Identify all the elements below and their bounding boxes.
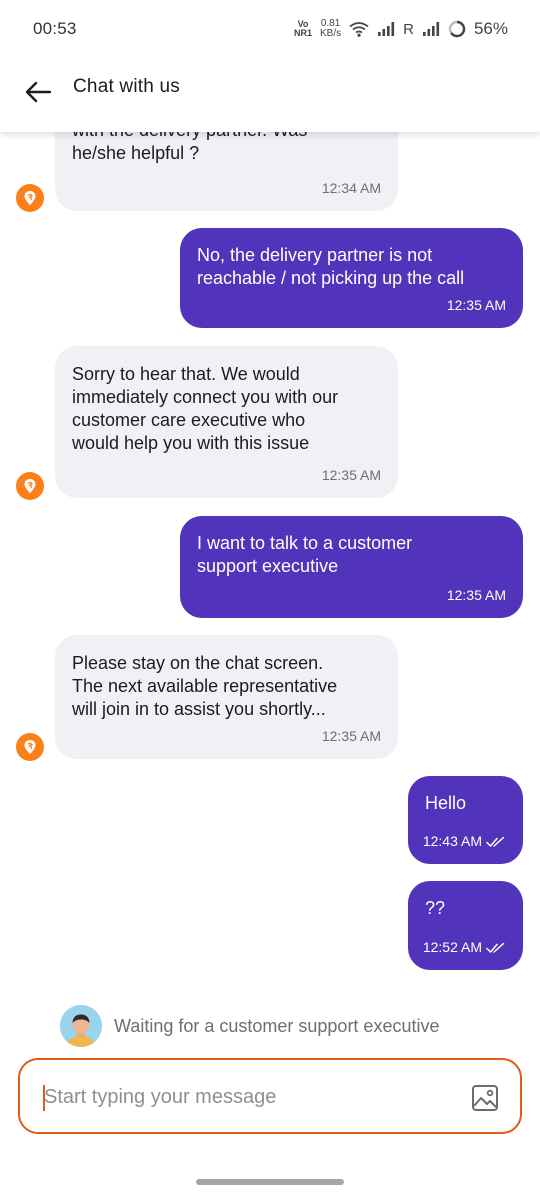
bot-avatar — [16, 733, 44, 761]
bot-avatar — [16, 184, 44, 212]
chat-message-list[interactable]: with the delivery partner. Was he/she he… — [0, 132, 540, 1052]
message-time: 12:35 AM — [446, 587, 506, 603]
chat-screen: 00:53 Vo NR1 0.81 KB/s R 56% Chat with u… — [0, 0, 540, 1200]
message-text: Hello — [425, 793, 467, 813]
agent-avatar — [60, 1005, 102, 1047]
page-title: Chat with us — [73, 76, 180, 97]
waiting-text: Waiting for a customer support executive — [114, 1015, 440, 1036]
chat-message-user: Hello 12:43 AM — [408, 776, 523, 864]
arrow-left-icon — [25, 81, 52, 103]
attach-image-button[interactable] — [470, 1083, 500, 1113]
message-text: Please stay on the chat screen. The next… — [72, 653, 338, 719]
network-speed-unit: KB/s — [320, 28, 342, 39]
brand-logo-icon — [24, 191, 36, 205]
person-avatar-icon — [60, 1005, 102, 1047]
message-time: 12:35 AM — [446, 297, 506, 313]
message-text: ?? — [425, 898, 446, 918]
chat-message-bot: Sorry to hear that. We would immediately… — [55, 346, 398, 498]
status-icons: Vo NR1 0.81 KB/s R 56% — [294, 16, 508, 42]
back-button[interactable] — [20, 74, 56, 110]
double-check-icon — [486, 942, 505, 953]
message-time: 12:34 AM — [321, 180, 381, 196]
message-time-text: 12:52 AM — [422, 939, 482, 955]
volte-bottom: NR1 — [293, 28, 312, 38]
network-speed: 0.81 KB/s — [320, 19, 341, 39]
wifi-icon — [349, 22, 369, 37]
message-time: 12:43 AM — [423, 830, 506, 853]
chat-header: Chat with us — [0, 56, 540, 132]
message-time: 12:35 AM — [321, 728, 381, 744]
signal-icon-2 — [422, 22, 440, 36]
battery-level: 56% — [473, 19, 508, 38]
bot-avatar — [16, 472, 44, 500]
brand-logo-icon — [24, 479, 36, 493]
message-input[interactable] — [44, 1074, 454, 1120]
battery-ring-icon — [448, 20, 466, 38]
volte-indicator: Vo NR1 — [294, 20, 312, 38]
message-time: 12:35 AM — [321, 467, 381, 483]
roaming-indicator: R — [403, 20, 414, 38]
chat-message-bot: with the delivery partner. Was he/she he… — [55, 132, 398, 211]
status-bar: 00:53 Vo NR1 0.81 KB/s R 56% — [0, 0, 540, 56]
chat-message-bot: Please stay on the chat screen. The next… — [55, 635, 398, 759]
image-icon — [472, 1085, 498, 1111]
message-text: Sorry to hear that. We would immediately… — [72, 364, 339, 453]
message-text: with the delivery partner. Was he/she he… — [72, 132, 307, 163]
waiting-indicator: Waiting for a customer support executive — [60, 1005, 439, 1047]
brand-logo-icon — [24, 740, 36, 754]
status-time: 00:53 — [33, 19, 77, 38]
message-composer — [18, 1058, 522, 1134]
chat-message-user: ?? 12:52 AM — [408, 881, 523, 970]
signal-icon — [378, 22, 395, 36]
message-text: I want to talk to a customer support exe… — [197, 533, 413, 576]
double-check-icon — [486, 836, 505, 847]
message-time: 12:52 AM — [423, 936, 506, 959]
chat-message-user: I want to talk to a customer support exe… — [180, 516, 523, 618]
message-text: No, the delivery partner is not reachabl… — [197, 245, 465, 288]
home-indicator[interactable] — [196, 1179, 344, 1185]
chat-message-user: No, the delivery partner is not reachabl… — [180, 228, 523, 328]
message-time-text: 12:43 AM — [422, 833, 482, 849]
